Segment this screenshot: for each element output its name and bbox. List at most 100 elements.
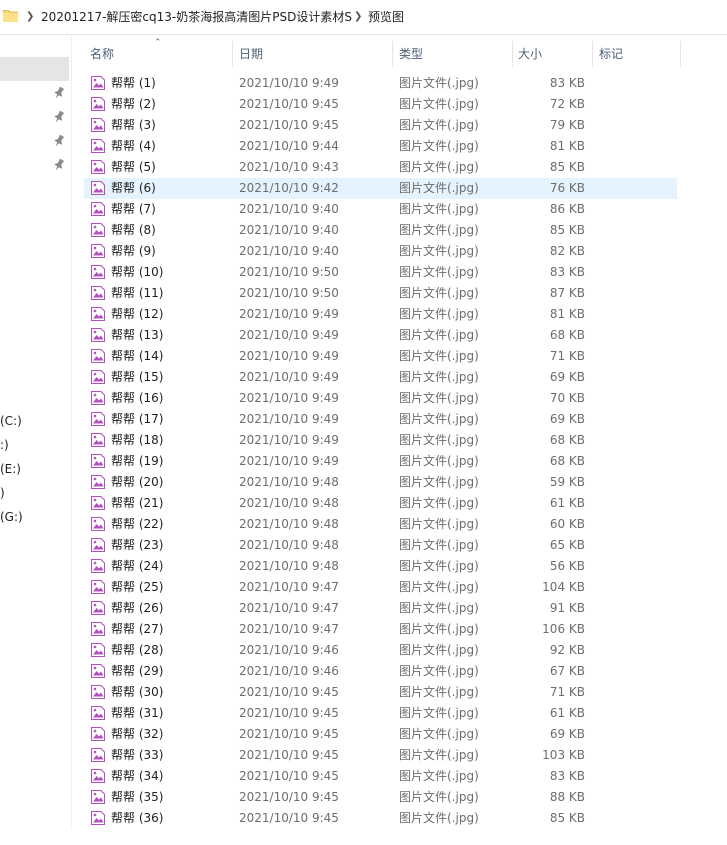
column-size[interactable]: 大小	[518, 47, 542, 61]
pin-icon[interactable]	[54, 159, 64, 171]
pin-icon[interactable]	[54, 87, 64, 99]
file-name[interactable]: 帮帮 (12)	[111, 307, 163, 322]
file-name[interactable]: 帮帮 (29)	[111, 664, 163, 679]
file-row[interactable]: 帮帮 (29) 2021/10/10 9:46 图片文件(.jpg) 67 KB	[84, 661, 684, 682]
file-row[interactable]: 帮帮 (22) 2021/10/10 9:48 图片文件(.jpg) 60 KB	[84, 514, 684, 535]
file-name[interactable]: 帮帮 (22)	[111, 517, 163, 532]
column-name[interactable]: 名称	[90, 47, 114, 61]
file-row[interactable]: 帮帮 (24) 2021/10/10 9:48 图片文件(.jpg) 56 KB	[84, 556, 684, 577]
file-row[interactable]: 帮帮 (1) 2021/10/10 9:49 图片文件(.jpg) 83 KB	[84, 73, 684, 94]
drive-item-f[interactable]: )	[0, 486, 5, 500]
file-row[interactable]: 帮帮 (10) 2021/10/10 9:50 图片文件(.jpg) 83 KB	[84, 262, 684, 283]
file-name[interactable]: 帮帮 (21)	[111, 496, 163, 511]
file-name[interactable]: 帮帮 (5)	[111, 160, 156, 175]
file-name[interactable]: 帮帮 (33)	[111, 748, 163, 763]
file-name[interactable]: 帮帮 (16)	[111, 391, 163, 406]
file-row[interactable]: 帮帮 (8) 2021/10/10 9:40 图片文件(.jpg) 85 KB	[84, 220, 684, 241]
drive-item-c[interactable]: (C:)	[0, 414, 22, 428]
column-tags[interactable]: 标记	[599, 47, 623, 61]
file-row[interactable]: 帮帮 (27) 2021/10/10 9:47 图片文件(.jpg) 106 KB	[84, 619, 684, 640]
file-row[interactable]: 帮帮 (33) 2021/10/10 9:45 图片文件(.jpg) 103 KB	[84, 745, 684, 766]
file-row[interactable]: 帮帮 (17) 2021/10/10 9:49 图片文件(.jpg) 69 KB	[84, 409, 684, 430]
quick-access-item-selected[interactable]	[0, 57, 69, 81]
file-type: 图片文件(.jpg)	[399, 538, 479, 552]
file-name[interactable]: 帮帮 (31)	[111, 706, 163, 721]
breadcrumb-current[interactable]: 预览图	[368, 9, 404, 25]
file-row[interactable]: 帮帮 (5) 2021/10/10 9:43 图片文件(.jpg) 85 KB	[84, 157, 684, 178]
file-name[interactable]: 帮帮 (28)	[111, 643, 163, 658]
file-row[interactable]: 帮帮 (4) 2021/10/10 9:44 图片文件(.jpg) 81 KB	[84, 136, 684, 157]
file-name[interactable]: 帮帮 (27)	[111, 622, 163, 637]
file-row[interactable]: 帮帮 (32) 2021/10/10 9:45 图片文件(.jpg) 69 KB	[84, 724, 684, 745]
file-row[interactable]: 帮帮 (20) 2021/10/10 9:48 图片文件(.jpg) 59 KB	[84, 472, 684, 493]
file-row[interactable]: 帮帮 (9) 2021/10/10 9:40 图片文件(.jpg) 82 KB	[84, 241, 684, 262]
file-name[interactable]: 帮帮 (14)	[111, 349, 163, 364]
column-divider[interactable]	[592, 41, 593, 67]
file-row[interactable]: 帮帮 (6) 2021/10/10 9:42 图片文件(.jpg) 76 KB	[84, 178, 677, 199]
file-name[interactable]: 帮帮 (35)	[111, 790, 163, 805]
file-name[interactable]: 帮帮 (10)	[111, 265, 163, 280]
drive-item-d[interactable]: :)	[0, 438, 9, 452]
file-row[interactable]: 帮帮 (21) 2021/10/10 9:48 图片文件(.jpg) 61 KB	[84, 493, 684, 514]
file-row[interactable]: 帮帮 (15) 2021/10/10 9:49 图片文件(.jpg) 69 KB	[84, 367, 684, 388]
file-name[interactable]: 帮帮 (26)	[111, 601, 163, 616]
file-name[interactable]: 帮帮 (13)	[111, 328, 163, 343]
pin-icon[interactable]	[54, 111, 64, 123]
file-name[interactable]: 帮帮 (34)	[111, 769, 163, 784]
file-row[interactable]: 帮帮 (3) 2021/10/10 9:45 图片文件(.jpg) 79 KB	[84, 115, 684, 136]
column-date[interactable]: 日期	[239, 47, 263, 61]
file-name[interactable]: 帮帮 (18)	[111, 433, 163, 448]
chevron-right-icon[interactable]: ❯	[26, 9, 34, 25]
breadcrumb-folder[interactable]: 20201217-解压密cq13-奶茶海报高清图片PSD设计素材S	[41, 9, 352, 25]
drive-item-e[interactable]: (E:)	[0, 462, 21, 476]
drive-item-g[interactable]: (G:)	[0, 510, 23, 524]
column-divider[interactable]	[512, 41, 513, 67]
column-divider[interactable]	[680, 41, 681, 67]
file-row[interactable]: 帮帮 (13) 2021/10/10 9:49 图片文件(.jpg) 68 KB	[84, 325, 684, 346]
column-divider[interactable]	[392, 41, 393, 67]
file-row[interactable]: 帮帮 (35) 2021/10/10 9:45 图片文件(.jpg) 88 KB	[84, 787, 684, 808]
file-row[interactable]: 帮帮 (26) 2021/10/10 9:47 图片文件(.jpg) 91 KB	[84, 598, 684, 619]
file-row[interactable]: 帮帮 (30) 2021/10/10 9:45 图片文件(.jpg) 71 KB	[84, 682, 684, 703]
file-row[interactable]: 帮帮 (28) 2021/10/10 9:46 图片文件(.jpg) 92 KB	[84, 640, 684, 661]
column-divider[interactable]	[232, 41, 233, 67]
file-row[interactable]: 帮帮 (2) 2021/10/10 9:45 图片文件(.jpg) 72 KB	[84, 94, 684, 115]
pin-icon[interactable]	[54, 135, 64, 147]
file-name[interactable]: 帮帮 (32)	[111, 727, 163, 742]
file-name[interactable]: 帮帮 (6)	[111, 181, 156, 196]
file-name[interactable]: 帮帮 (15)	[111, 370, 163, 385]
file-name[interactable]: 帮帮 (36)	[111, 811, 163, 826]
file-name[interactable]: 帮帮 (19)	[111, 454, 163, 469]
file-name[interactable]: 帮帮 (7)	[111, 202, 156, 217]
file-name[interactable]: 帮帮 (17)	[111, 412, 163, 427]
file-row[interactable]: 帮帮 (23) 2021/10/10 9:48 图片文件(.jpg) 65 KB	[84, 535, 684, 556]
file-name[interactable]: 帮帮 (8)	[111, 223, 156, 238]
file-name[interactable]: 帮帮 (11)	[111, 286, 163, 301]
file-name[interactable]: 帮帮 (20)	[111, 475, 163, 490]
file-name[interactable]: 帮帮 (9)	[111, 244, 156, 259]
file-name[interactable]: 帮帮 (3)	[111, 118, 156, 133]
file-name[interactable]: 帮帮 (23)	[111, 538, 163, 553]
file-name[interactable]: 帮帮 (4)	[111, 139, 156, 154]
file-name[interactable]: 帮帮 (25)	[111, 580, 163, 595]
address-bar[interactable]: ❯ 20201217-解压密cq13-奶茶海报高清图片PSD设计素材S ❯ 预览…	[0, 0, 727, 35]
file-row[interactable]: 帮帮 (36) 2021/10/10 9:45 图片文件(.jpg) 85 KB	[84, 808, 684, 829]
file-row[interactable]: 帮帮 (12) 2021/10/10 9:49 图片文件(.jpg) 81 KB	[84, 304, 684, 325]
file-name[interactable]: 帮帮 (1)	[111, 76, 156, 91]
file-date: 2021/10/10 9:50	[239, 286, 339, 300]
pane-divider[interactable]	[71, 35, 72, 830]
file-row[interactable]: 帮帮 (14) 2021/10/10 9:49 图片文件(.jpg) 71 KB	[84, 346, 684, 367]
file-row[interactable]: 帮帮 (34) 2021/10/10 9:45 图片文件(.jpg) 83 KB	[84, 766, 684, 787]
file-row[interactable]: 帮帮 (19) 2021/10/10 9:49 图片文件(.jpg) 68 KB	[84, 451, 684, 472]
file-row[interactable]: 帮帮 (31) 2021/10/10 9:45 图片文件(.jpg) 61 KB	[84, 703, 684, 724]
column-type[interactable]: 类型	[399, 47, 423, 61]
file-row[interactable]: 帮帮 (7) 2021/10/10 9:40 图片文件(.jpg) 86 KB	[84, 199, 684, 220]
file-row[interactable]: 帮帮 (25) 2021/10/10 9:47 图片文件(.jpg) 104 KB	[84, 577, 684, 598]
file-name[interactable]: 帮帮 (30)	[111, 685, 163, 700]
file-name[interactable]: 帮帮 (24)	[111, 559, 163, 574]
file-name[interactable]: 帮帮 (2)	[111, 97, 156, 112]
chevron-right-icon[interactable]: ❯	[354, 9, 362, 25]
file-row[interactable]: 帮帮 (16) 2021/10/10 9:49 图片文件(.jpg) 70 KB	[84, 388, 684, 409]
file-row[interactable]: 帮帮 (18) 2021/10/10 9:49 图片文件(.jpg) 68 KB	[84, 430, 684, 451]
file-row[interactable]: 帮帮 (11) 2021/10/10 9:50 图片文件(.jpg) 87 KB	[84, 283, 684, 304]
